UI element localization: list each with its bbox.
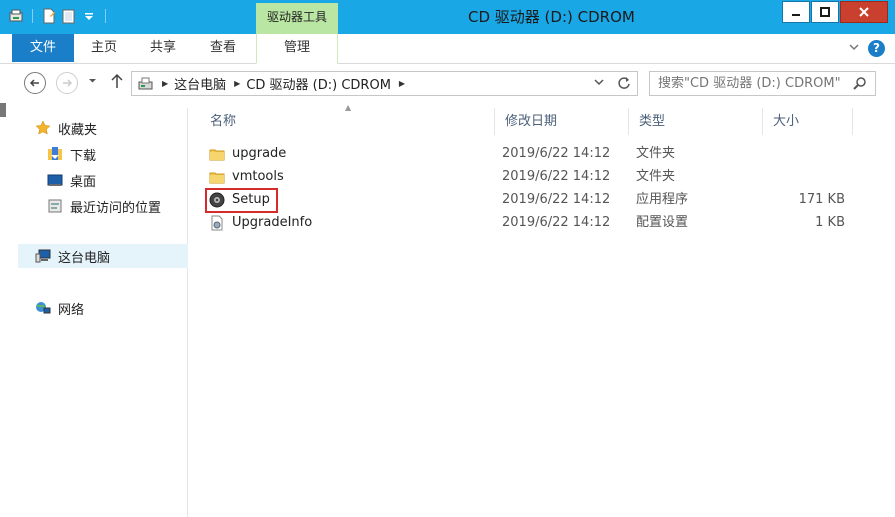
file-name: upgrade (232, 146, 287, 161)
window-edge-marker (0, 103, 6, 117)
drive-tools-context-header: 驱动器工具 (256, 3, 338, 34)
breadcrumb-arrow-icon[interactable]: ▶ (234, 79, 240, 88)
qat-separator (105, 9, 106, 23)
new-folder-icon[interactable] (61, 8, 77, 24)
maximize-button[interactable] (811, 1, 839, 23)
nav-this-pc-label: 这台电脑 (58, 250, 111, 266)
properties-icon[interactable] (8, 8, 24, 24)
nav-item-label: 最近访问的位置 (70, 200, 162, 216)
recent-places-icon (46, 198, 64, 214)
close-button[interactable] (840, 1, 888, 23)
file-name: vmtools (232, 169, 284, 184)
column-header-name[interactable]: 名称 (200, 108, 495, 135)
back-button[interactable] (24, 72, 46, 94)
nav-network-label: 网络 (58, 302, 85, 318)
file-name: UpgradeInfo (232, 215, 313, 230)
file-row-vmtools[interactable]: vmtools 2019/6/22 14:12 文件夹 (200, 166, 860, 188)
file-date: 2019/6/22 14:12 (502, 192, 611, 207)
title-bar: 驱动器工具 CD 驱动器 (D:) CDROM (0, 0, 895, 34)
quick-access-toolbar (8, 8, 110, 24)
file-date: 2019/6/22 14:12 (502, 146, 611, 161)
chevron-down-icon (89, 79, 96, 83)
tab-home[interactable]: 主页 (80, 34, 128, 64)
close-icon (859, 7, 869, 17)
forward-button[interactable] (56, 72, 78, 94)
file-size: 171 KB (798, 192, 845, 207)
folder-icon (208, 169, 226, 185)
file-row-setup[interactable]: Setup 2019/6/22 14:12 应用程序 171 KB (200, 189, 860, 211)
tab-view[interactable]: 查看 (196, 34, 250, 64)
computer-icon (34, 248, 52, 264)
expand-ribbon-icon[interactable] (848, 41, 860, 57)
back-arrow-icon (29, 79, 39, 87)
breadcrumb-this-pc[interactable]: 这台电脑 (174, 74, 226, 93)
star-icon (34, 120, 52, 136)
file-type: 文件夹 (636, 169, 676, 184)
forward-arrow-icon (63, 79, 73, 87)
up-arrow-icon (111, 73, 123, 88)
help-icon[interactable]: ? (868, 40, 885, 57)
file-type: 应用程序 (636, 192, 689, 207)
ribbon-controls: ? (848, 40, 885, 57)
file-size: 1 KB (815, 215, 845, 230)
address-row: ▶ 这台电脑 ▶ CD 驱动器 (D:) CDROM ▶ (0, 64, 895, 102)
file-name-cell: upgrade (208, 143, 286, 165)
nav-item-label: 下载 (70, 148, 97, 164)
downloads-icon (46, 146, 64, 162)
file-row-upgradeinfo[interactable]: UpgradeInfo 2019/6/22 14:12 配置设置 1 KB (200, 212, 860, 234)
minimize-button[interactable] (782, 1, 810, 23)
refresh-icon (618, 77, 630, 89)
qat-separator (32, 9, 33, 23)
desktop-icon (46, 172, 64, 188)
file-row-upgrade[interactable]: upgrade 2019/6/22 14:12 文件夹 (200, 143, 860, 165)
folder-icon (208, 146, 226, 162)
nav-item-recent[interactable]: 最近访问的位置 (46, 194, 161, 218)
nav-item-downloads[interactable]: 下载 (46, 142, 96, 166)
refresh-button[interactable] (617, 76, 631, 93)
recent-locations-dropdown[interactable] (88, 76, 97, 88)
navigation-pane: 收藏夹 下载 桌面 最近访问的位置 这台电脑 网络 (18, 108, 188, 517)
chevron-down-icon (594, 79, 604, 86)
network-icon (34, 300, 52, 316)
qat-dropdown-icon[interactable] (81, 8, 97, 24)
column-header-type[interactable]: 类型 (629, 108, 763, 135)
tab-file[interactable]: 文件 (12, 34, 74, 62)
nav-item-desktop[interactable]: 桌面 (46, 168, 96, 192)
column-header-size[interactable]: 大小 (763, 108, 853, 135)
maximize-icon (820, 7, 830, 17)
search-box[interactable] (649, 71, 876, 96)
column-header-date[interactable]: 修改日期 (495, 108, 629, 135)
search-icon[interactable] (853, 76, 867, 94)
file-size (775, 166, 845, 188)
drive-location-icon (138, 77, 154, 91)
file-name-cell: UpgradeInfo (208, 212, 312, 234)
ribbon-tab-bar: 文件 主页 共享 查看 管理 ? (0, 34, 895, 64)
nav-favorites-label: 收藏夹 (58, 122, 98, 138)
file-type: 配置设置 (636, 215, 689, 230)
minimize-icon (792, 14, 800, 16)
breadcrumb-arrow-icon[interactable]: ▶ (399, 79, 405, 88)
nav-this-pc[interactable]: 这台电脑 (18, 244, 188, 268)
file-type: 文件夹 (636, 146, 676, 161)
breadcrumb-arrow-icon[interactable]: ▶ (162, 79, 168, 88)
nav-favorites[interactable]: 收藏夹 (34, 116, 97, 140)
search-input[interactable] (658, 76, 854, 91)
file-name-cell: vmtools (208, 166, 284, 188)
config-file-icon (208, 215, 226, 231)
up-button[interactable] (110, 73, 124, 93)
setup-highlight-box (205, 188, 278, 213)
nav-network[interactable]: 网络 (34, 296, 84, 320)
tab-share[interactable]: 共享 (138, 34, 188, 64)
address-history-dropdown[interactable] (593, 76, 605, 91)
file-date: 2019/6/22 14:12 (502, 215, 611, 230)
address-bar[interactable]: ▶ 这台电脑 ▶ CD 驱动器 (D:) CDROM ▶ (131, 71, 638, 96)
breadcrumb-cd-drive[interactable]: CD 驱动器 (D:) CDROM (246, 74, 391, 93)
file-date: 2019/6/22 14:12 (502, 169, 611, 184)
nav-item-label: 桌面 (70, 174, 97, 190)
window-title: CD 驱动器 (D:) CDROM (468, 8, 635, 26)
tab-manage[interactable]: 管理 (256, 34, 338, 64)
new-document-icon[interactable] (41, 8, 57, 24)
file-size (775, 143, 845, 165)
